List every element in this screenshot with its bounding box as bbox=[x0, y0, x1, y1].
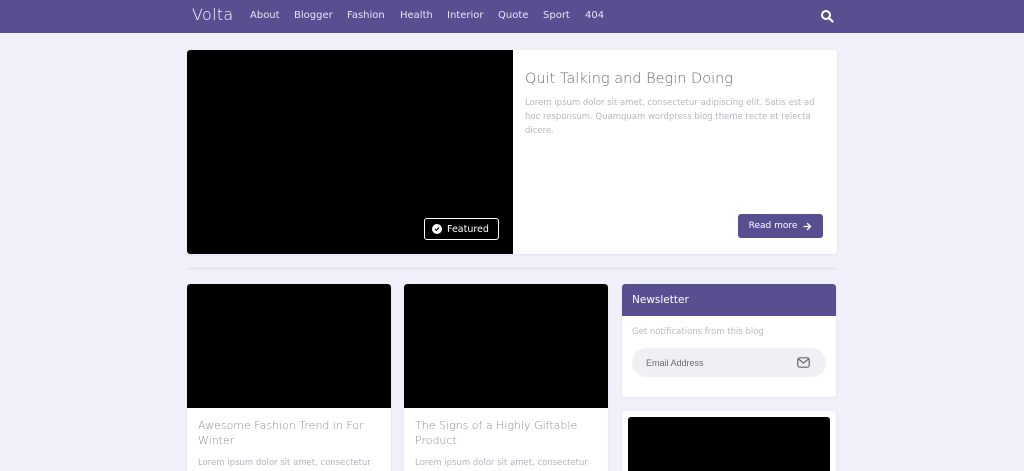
newsletter-title: Newsletter bbox=[632, 294, 689, 306]
post-image[interactable] bbox=[187, 284, 391, 408]
nav-link-404[interactable]: 404 bbox=[585, 10, 604, 21]
featured-post-excerpt: Lorem ipsum dolor sit amet, consectetur … bbox=[525, 98, 815, 136]
sidebar-post-image[interactable] bbox=[628, 417, 830, 471]
nav-link-quote[interactable]: Quote bbox=[498, 10, 528, 21]
post-title[interactable]: Awesome Fashion Trend in For Winter bbox=[198, 418, 383, 448]
post-excerpt: Lorem ipsum dolor sit amet, consectetur bbox=[198, 458, 371, 468]
post-excerpt: Lorem ipsum dolor sit amet, consectetur bbox=[415, 458, 588, 468]
newsletter-description: Get notifications from this blog bbox=[632, 327, 764, 337]
read-more-button[interactable]: Read more bbox=[738, 214, 823, 238]
post-card: The Signs of a Highly Giftable Product L… bbox=[404, 284, 608, 471]
newsletter-header: Newsletter bbox=[622, 284, 836, 316]
section-divider bbox=[187, 267, 837, 270]
mail-icon[interactable] bbox=[797, 357, 810, 368]
post-image[interactable] bbox=[404, 284, 608, 408]
post-title[interactable]: The Signs of a Highly Giftable Product bbox=[415, 418, 600, 448]
nav-link-interior[interactable]: Interior bbox=[447, 10, 483, 21]
featured-post-card: Featured Quit Talking and Begin Doing Lo… bbox=[187, 50, 837, 254]
top-navbar: Volta About Blogger Fashion Health Inter… bbox=[0, 0, 1024, 33]
newsletter-widget: Newsletter Get notifications from this b… bbox=[622, 284, 836, 397]
post-card: Awesome Fashion Trend in For Winter Lore… bbox=[187, 284, 391, 471]
sidebar-post-card bbox=[622, 411, 836, 471]
featured-post-title[interactable]: Quit Talking and Begin Doing bbox=[525, 71, 733, 87]
read-more-label: Read more bbox=[748, 221, 798, 231]
nav-link-health[interactable]: Health bbox=[400, 10, 433, 21]
search-icon[interactable] bbox=[820, 9, 834, 23]
site-logo[interactable]: Volta bbox=[192, 5, 234, 24]
nav-link-fashion[interactable]: Fashion bbox=[347, 10, 385, 21]
nav-link-blogger[interactable]: Blogger bbox=[294, 10, 333, 21]
nav-link-sport[interactable]: Sport bbox=[543, 10, 570, 21]
arrow-right-icon bbox=[803, 222, 812, 230]
nav-link-about[interactable]: About bbox=[250, 10, 280, 21]
featured-post-image[interactable]: Featured bbox=[187, 50, 513, 254]
check-circle-icon bbox=[432, 224, 442, 234]
featured-badge-label: Featured bbox=[447, 223, 489, 235]
featured-badge: Featured bbox=[424, 218, 499, 240]
